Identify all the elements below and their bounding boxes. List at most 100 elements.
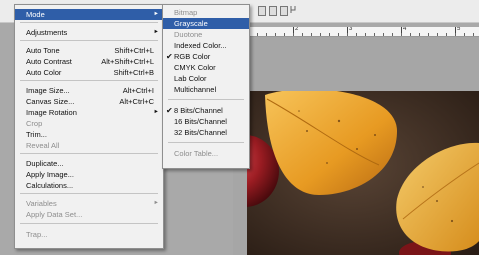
menu-separator	[20, 80, 158, 81]
menu-item-variables[interactable]: Variables ►	[15, 198, 163, 209]
submenu-arrow-icon: ►	[153, 29, 159, 35]
mode-item-label: Duotone	[174, 30, 203, 39]
menu-item-label: Canvas Size...	[26, 97, 75, 106]
mode-item-16-bits-channel[interactable]: 16 Bits/Channel	[163, 116, 249, 127]
shortcut-text: Shift+Ctrl+L	[114, 46, 154, 55]
mode-item-label: 32 Bits/Channel	[174, 128, 227, 137]
ruler-minor-tick	[266, 33, 267, 36]
ruler-minor-tick	[446, 33, 447, 36]
menu-item-auto-contrast[interactable]: Auto Contrast Alt+Shift+Ctrl+L	[15, 56, 163, 67]
menu-item-label: Auto Contrast	[26, 57, 72, 66]
menu-item-label: Trim...	[26, 130, 47, 139]
ruler-minor-tick	[293, 33, 294, 36]
mode-item-grayscale[interactable]: Grayscale	[163, 18, 249, 29]
shortcut-text: Alt+Ctrl+I	[122, 86, 154, 95]
ruler-minor-tick	[455, 33, 456, 36]
mode-item-label: CMYK Color	[174, 63, 216, 72]
mode-item-32-bits-channel[interactable]: 32 Bits/Channel	[163, 127, 249, 138]
checkmark-icon: ✔	[166, 106, 173, 115]
menu-item-label: Apply Image...	[26, 170, 74, 179]
ruler-minor-tick	[437, 33, 438, 36]
menu-item-calculations[interactable]: Calculations...	[15, 180, 163, 191]
shortcut-text: Shift+Ctrl+B	[113, 68, 154, 77]
menu-separator	[168, 99, 244, 100]
submenu-arrow-icon: ►	[153, 109, 159, 115]
menu-item-apply-data-set[interactable]: Apply Data Set...	[15, 209, 163, 220]
menu-item-label: Adjustments	[26, 28, 68, 37]
mode-item-cmyk-color[interactable]: CMYK Color	[163, 62, 249, 73]
document-image	[247, 91, 479, 255]
ruler-minor-tick	[320, 33, 321, 36]
submenu-arrow-icon: ►	[153, 11, 159, 17]
mode-item-label: Bitmap	[174, 8, 198, 17]
menu-item-mode[interactable]: Mode ►	[15, 9, 163, 20]
ruler-label: 4	[403, 27, 407, 32]
menu-item-apply-image[interactable]: Apply Image...	[15, 169, 163, 180]
ruler-label: 2	[295, 27, 299, 32]
ruler-minor-tick	[473, 33, 474, 36]
mode-item-color-table[interactable]: Color Table...	[163, 148, 249, 159]
menu-item-duplicate[interactable]: Duplicate...	[15, 158, 163, 169]
mode-item-label: 8 Bits/Channel	[174, 106, 223, 115]
mode-item-label: Color Table...	[174, 149, 219, 158]
mode-item-8-bits-channel[interactable]: ✔ 8 Bits/Channel	[163, 105, 249, 116]
menu-item-label: Calculations...	[26, 181, 74, 190]
mode-submenu: Bitmap Grayscale Duotone Indexed Color... ✔ R…	[162, 4, 250, 169]
mode-item-label: Multichannel	[174, 85, 217, 94]
menu-item-auto-tone[interactable]: Auto Tone Shift+Ctrl+L	[15, 45, 163, 56]
mode-item-lab-color[interactable]: Lab Color	[163, 73, 249, 84]
menu-item-reveal-all[interactable]: Reveal All	[15, 140, 163, 151]
mode-item-rgb-color[interactable]: ✔ RGB Color	[163, 51, 249, 62]
checkmark-icon: ✔	[166, 52, 173, 61]
image-menu: Mode ► Adjustments ► Auto Tone Shift+Ctrl+L Au…	[14, 4, 164, 249]
ruler-minor-tick	[356, 33, 357, 36]
mode-item-label: RGB Color	[174, 52, 211, 61]
menu-item-label: Apply Data Set...	[26, 210, 83, 219]
menu-item-label: Auto Tone	[26, 46, 60, 55]
menu-separator	[20, 153, 158, 154]
mode-item-bitmap[interactable]: Bitmap	[163, 7, 249, 18]
ruler-minor-tick	[284, 33, 285, 36]
align-center-icon[interactable]	[269, 6, 277, 16]
mode-item-multichannel[interactable]: Multichannel	[163, 84, 249, 95]
menu-item-label: Variables	[26, 199, 57, 208]
align-icons[interactable]	[258, 6, 288, 16]
menu-item-label: Reveal All	[26, 141, 60, 150]
menu-item-trap[interactable]: Trap...	[15, 229, 163, 240]
menu-item-canvas-size[interactable]: Canvas Size... Alt+Ctrl+C	[15, 96, 163, 107]
menu-item-trim[interactable]: Trim...	[15, 129, 163, 140]
horizontal-ruler: 12345	[233, 27, 479, 37]
menu-item-label: Auto Color	[26, 68, 62, 77]
ruler-minor-tick	[401, 33, 402, 36]
ruler-minor-tick	[383, 33, 384, 36]
menu-item-label: Mode	[26, 10, 45, 19]
mode-item-label: 16 Bits/Channel	[174, 117, 227, 126]
mode-item-label: Indexed Color...	[174, 41, 227, 50]
ruler-minor-tick	[428, 33, 429, 36]
menu-item-label: Duplicate...	[26, 159, 64, 168]
mode-item-duotone[interactable]: Duotone	[163, 29, 249, 40]
menu-item-auto-color[interactable]: Auto Color Shift+Ctrl+B	[15, 67, 163, 78]
menu-item-image-size[interactable]: Image Size... Alt+Ctrl+I	[15, 85, 163, 96]
menu-item-label: Trap...	[26, 230, 48, 239]
menu-item-image-rotation[interactable]: Image Rotation ►	[15, 107, 163, 118]
menu-separator	[20, 40, 158, 41]
menu-item-label: Image Rotation	[26, 108, 77, 117]
ruler-minor-tick	[374, 33, 375, 36]
ruler-minor-tick	[392, 33, 393, 36]
ruler-minor-tick	[275, 33, 276, 36]
menu-separator	[20, 223, 158, 224]
align-left-icon[interactable]	[258, 6, 266, 16]
mode-item-indexed-color[interactable]: Indexed Color...	[163, 40, 249, 51]
mode-item-label: Lab Color	[174, 74, 207, 83]
shortcut-text: Alt+Shift+Ctrl+L	[101, 57, 154, 66]
menu-item-label: Image Size...	[26, 86, 70, 95]
transform-icon[interactable]	[290, 5, 298, 14]
menu-item-adjustments[interactable]: Adjustments ►	[15, 27, 163, 38]
ruler-minor-tick	[347, 33, 348, 36]
align-right-icon[interactable]	[280, 6, 288, 16]
ruler-label: 5	[457, 27, 461, 32]
menu-separator	[20, 193, 158, 194]
autumn-leaves-photo	[247, 91, 479, 255]
menu-item-crop[interactable]: Crop	[15, 118, 163, 129]
